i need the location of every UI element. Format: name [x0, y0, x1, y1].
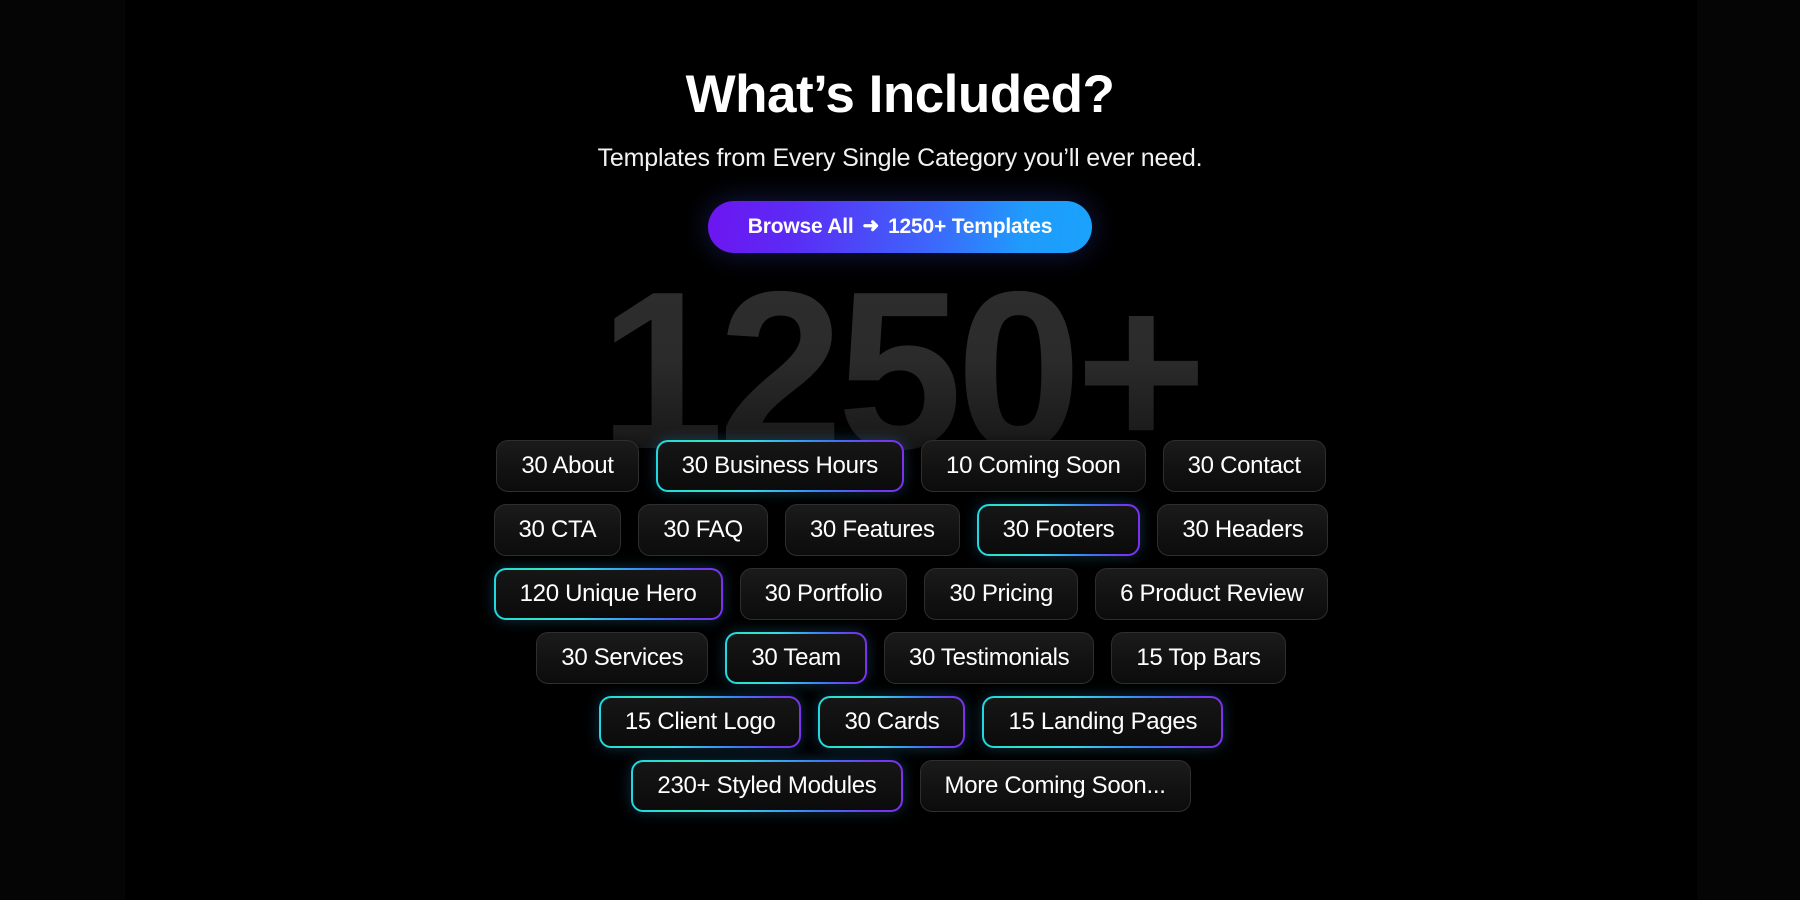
category-tag[interactable]: 10 Coming Soon — [921, 440, 1146, 492]
category-tag[interactable]: 30 Business Hours — [656, 440, 904, 492]
category-tag[interactable]: 30 Pricing — [924, 568, 1079, 620]
page-title: What’s Included? — [685, 65, 1115, 124]
category-tag[interactable]: 30 Footers — [977, 504, 1141, 556]
cta-label-after: 1250+ Templates — [888, 215, 1053, 239]
cta-label-before: Browse All — [747, 215, 854, 239]
tag-row: 120 Unique Hero 30 Portfolio 30 Pricing 6 P… — [494, 568, 1329, 620]
category-tag[interactable]: 120 Unique Hero — [494, 568, 723, 620]
page-subtitle: Templates from Every Single Category you… — [597, 144, 1203, 173]
category-tag[interactable]: 230+ Styled Modules — [631, 760, 902, 812]
category-tag[interactable]: 30 Portfolio — [739, 568, 908, 620]
section-header: What’s Included? Templates from Every Si… — [0, 0, 1800, 254]
category-tag[interactable]: 30 About — [496, 440, 639, 492]
tag-row: 30 Services 30 Team 30 Testimonials 15 Top … — [536, 632, 1286, 684]
category-tag[interactable]: 30 Contact — [1162, 440, 1326, 492]
category-tag[interactable]: 30 Headers — [1157, 504, 1329, 556]
category-tag[interactable]: 30 Testimonials — [883, 632, 1095, 684]
category-tag[interactable]: 6 Product Review — [1095, 568, 1329, 620]
tag-row: 15 Client Logo 30 Cards 15 Landing Pages — [599, 696, 1223, 748]
category-tag[interactable]: 30 CTA — [493, 504, 622, 556]
tag-row: 30 CTA 30 FAQ 30 Features 30 Footers 30 Head… — [493, 504, 1329, 556]
category-tag[interactable]: 15 Top Bars — [1111, 632, 1286, 684]
category-tag[interactable]: 30 Cards — [818, 696, 965, 748]
cta-container: Browse All ➜ 1250+ Templates — [0, 201, 1800, 254]
category-tag[interactable]: 30 Services — [536, 632, 709, 684]
category-tag[interactable]: 30 Features — [784, 504, 960, 556]
category-tag[interactable]: More Coming Soon... — [919, 760, 1191, 812]
category-tag[interactable]: 15 Landing Pages — [982, 696, 1223, 748]
page-root: 1250+ What’s Included? Templates from Ev… — [0, 0, 1800, 900]
browse-all-button[interactable]: Browse All ➜ 1250+ Templates — [707, 201, 1093, 254]
arrow-right-icon: ➜ — [862, 215, 880, 238]
tag-row: 230+ Styled Modules More Coming Soon... — [631, 760, 1191, 812]
tag-row: 30 About 30 Business Hours 10 Coming Soon 3… — [496, 440, 1326, 492]
category-tag[interactable]: 30 FAQ — [638, 504, 768, 556]
category-tag[interactable]: 30 Team — [725, 632, 867, 684]
category-tag[interactable]: 15 Client Logo — [599, 696, 802, 748]
category-tag-grid: 30 About 30 Business Hours 10 Coming Soon 3… — [125, 440, 1697, 812]
